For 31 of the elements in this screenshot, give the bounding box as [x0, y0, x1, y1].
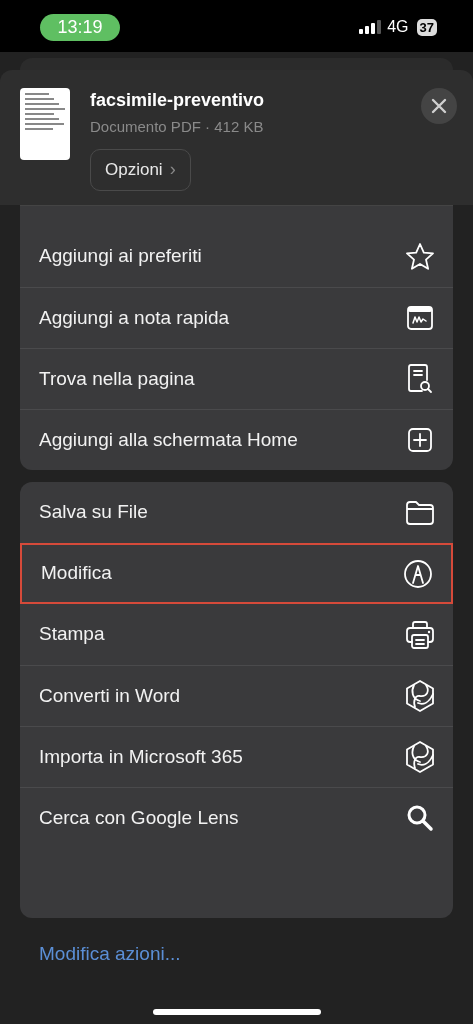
page-search-icon: [406, 363, 434, 395]
pen-circle-icon: [403, 558, 433, 589]
menu-item[interactable]: Converti in Word: [20, 665, 453, 726]
edit-actions-link[interactable]: Modifica azioni...: [39, 940, 473, 969]
document-thumbnail: [20, 88, 70, 160]
menu-item[interactable]: Aggiungi ai preferiti: [20, 226, 453, 287]
file-details: Documento PDF · 412 KB: [90, 117, 264, 137]
network-type: 4G: [387, 17, 409, 37]
close-button[interactable]: [421, 88, 457, 124]
options-button[interactable]: Opzioni ›: [90, 148, 191, 191]
search-icon: [405, 803, 435, 833]
note-icon: [406, 304, 434, 332]
printer-icon: [404, 619, 436, 650]
signal-icon: [359, 20, 382, 34]
hexagon-logo-icon: [403, 679, 437, 713]
close-icon: [431, 98, 447, 114]
add-square-icon: [407, 427, 433, 453]
star-icon: [404, 240, 436, 273]
menu-item[interactable]: Importa in Microsoft 365: [20, 726, 453, 787]
menu-item[interactable]: Salva su File: [20, 482, 453, 543]
menu-item[interactable]: Trova nella pagina: [20, 348, 453, 409]
menu-item[interactable]: Aggiungi alla schermata Home: [20, 409, 453, 470]
menu-item[interactable]: Modifica: [20, 543, 453, 604]
menu-item[interactable]: Aggiungi a nota rapida: [20, 287, 453, 348]
menu-item[interactable]: Stampa: [20, 604, 453, 665]
hexagon-logo-icon: [403, 740, 437, 774]
file-name: facsimile-preventivo: [90, 89, 265, 112]
battery: 37: [416, 18, 437, 36]
folder-icon: [404, 499, 436, 526]
menu-item[interactable]: Cerca con Google Lens: [20, 787, 453, 848]
time: 13:19: [40, 13, 120, 41]
